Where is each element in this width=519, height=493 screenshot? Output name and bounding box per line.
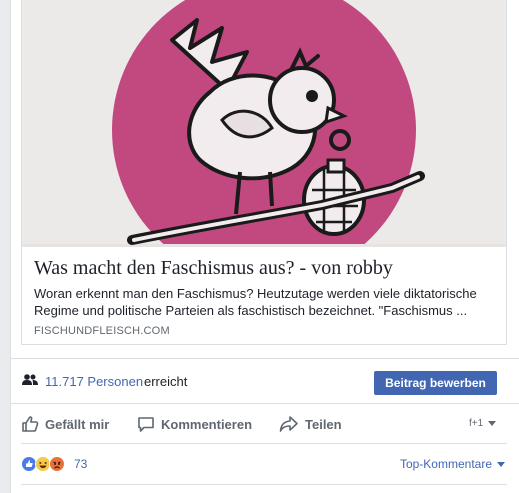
post-card: Was macht den Faschismus aus? - von robb…	[10, 0, 519, 493]
thumbs-up-icon	[22, 416, 39, 432]
share-button[interactable]: Teilen	[279, 404, 342, 444]
reaction-icons[interactable]	[21, 456, 69, 472]
comment-button[interactable]: Kommentieren	[137, 404, 252, 444]
link-preview[interactable]: Was macht den Faschismus aus? - von robb…	[21, 0, 507, 345]
comment-bubble-icon	[138, 417, 154, 432]
chevron-down-icon	[488, 421, 497, 426]
reach-suffix: erreicht	[144, 374, 188, 389]
share-label: Teilen	[305, 416, 342, 432]
people-icon	[22, 374, 38, 385]
link-domain: FISCHUNDFLEISCH.COM	[34, 325, 170, 337]
haha-reaction-icon	[35, 456, 51, 472]
post-as-selector[interactable]: f+1	[469, 418, 497, 429]
link-preview-image[interactable]	[22, 0, 506, 247]
post-as-avatar: f+1	[469, 418, 484, 429]
reach-row: 11.717 Personen erreicht Beitrag bewerbe…	[11, 358, 519, 404]
share-arrow-icon	[279, 416, 298, 432]
reach-count-link[interactable]: 11.717 Personen	[45, 374, 143, 389]
angry-reaction-icon	[49, 456, 65, 472]
like-reaction-icon	[21, 456, 37, 472]
link-description: Woran erkennt man den Faschismus? Heutzu…	[34, 286, 477, 318]
reactions-row: 73 Top-Kommentare	[21, 448, 507, 478]
comment-label: Kommentieren	[161, 416, 253, 432]
reaction-count[interactable]: 73	[74, 457, 87, 471]
like-button[interactable]: Gefällt mir	[21, 404, 109, 444]
chevron-down-icon	[497, 461, 505, 467]
comment-sort-dropdown[interactable]: Top-Kommentare	[400, 457, 505, 471]
link-title[interactable]: Was macht den Faschismus aus? - von robb…	[34, 257, 494, 280]
boost-post-button[interactable]: Beitrag bewerben	[374, 371, 497, 395]
comment-sort-label: Top-Kommentare	[399, 457, 492, 471]
like-label: Gefällt mir	[45, 416, 110, 432]
action-bar: Gefällt mir Kommentieren Teilen f+1	[21, 404, 507, 444]
divider	[21, 484, 507, 485]
